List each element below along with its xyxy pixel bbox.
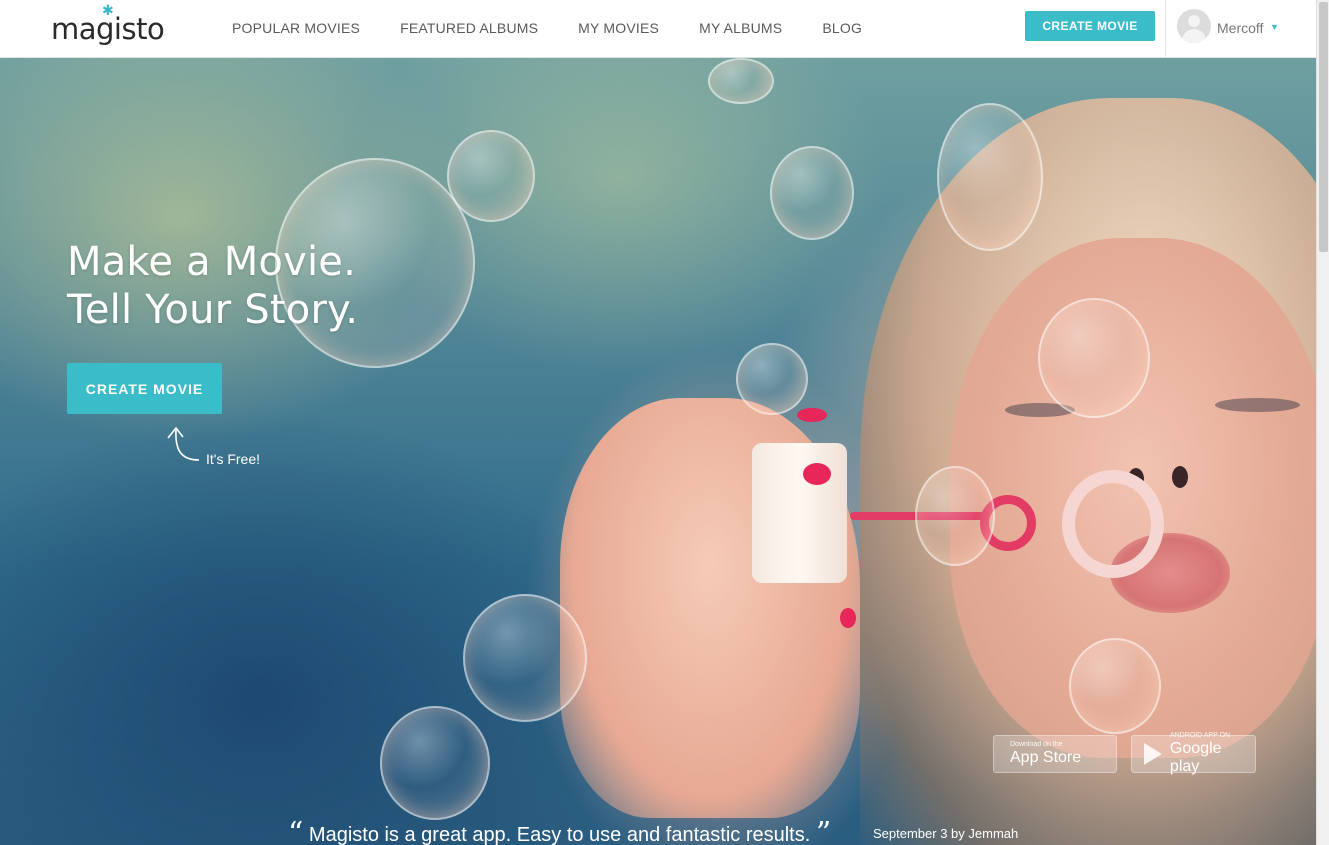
user-divider	[1165, 0, 1166, 57]
hero-photo-bubble	[380, 706, 490, 820]
hero-photo-wand-ring	[1062, 470, 1164, 578]
hero-photo-bottle	[752, 443, 847, 583]
app-store-big-text: App Store	[1010, 749, 1082, 766]
hero-photo-nostril	[1172, 466, 1188, 488]
its-free-note: It's Free!	[206, 451, 261, 467]
hero-photo-bubble	[770, 146, 854, 240]
nav-popular-movies[interactable]: POPULAR MOVIES	[232, 20, 360, 36]
chevron-down-icon[interactable]: ▼	[1270, 22, 1279, 32]
testimonial-text: Magisto is a great app. Easy to use and …	[308, 824, 811, 845]
hero-photo-bubble	[1038, 298, 1150, 418]
logo-star-icon: ✱	[102, 2, 114, 18]
nav-my-movies[interactable]: MY MOVIES	[578, 20, 659, 36]
main-nav: POPULAR MOVIES FEATURED ALBUMS MY MOVIES…	[232, 20, 902, 36]
default-avatar-icon[interactable]	[1177, 9, 1211, 43]
hero-photo-bubble	[708, 58, 774, 104]
hero-photo-bubble	[736, 343, 808, 415]
create-movie-button-hero[interactable]: CREATE MOVIE	[67, 363, 222, 414]
hero-photo-bubble	[463, 594, 587, 722]
nav-my-albums[interactable]: MY ALBUMS	[699, 20, 782, 36]
hero-photo-nail	[803, 463, 831, 485]
google-play-badge[interactable]: ANDROID APP ON Google play	[1131, 732, 1256, 775]
page-scrollbar[interactable]	[1316, 0, 1329, 845]
google-play-icon	[1143, 743, 1162, 765]
hero-photo-bubble	[915, 466, 995, 566]
hero-banner: Make a Movie. Tell Your Story. CREATE MO…	[0, 58, 1316, 845]
hero-headline-line-2: Tell Your Story.	[67, 287, 359, 333]
scrollbar-thumb[interactable]	[1319, 2, 1328, 252]
testimonial-meta: September 3 by Jemmah	[873, 826, 1019, 841]
curved-arrow-icon	[167, 426, 200, 461]
google-play-big-text: Google play	[1169, 740, 1222, 775]
nav-featured-albums[interactable]: FEATURED ALBUMS	[400, 20, 538, 36]
hero-photo-eye	[1215, 398, 1300, 412]
create-movie-button-header[interactable]: CREATE MOVIE	[1025, 11, 1155, 41]
hero-photo-bubble	[447, 130, 535, 222]
magisto-logo[interactable]: magisto ✱	[51, 2, 165, 46]
close-quote-mark: ”	[815, 816, 832, 845]
hero-photo-bubble	[1069, 638, 1161, 734]
top-navigation-bar: magisto ✱ POPULAR MOVIES FEATURED ALBUMS…	[0, 0, 1316, 58]
google-play-small-text: ANDROID APP ON	[1169, 732, 1231, 739]
hero-photo-bubble	[937, 103, 1043, 251]
open-quote-mark: “	[288, 816, 304, 845]
testimonial-quote: “ Magisto is a great app. Easy to use an…	[288, 816, 831, 845]
hero-headline: Make a Movie. Tell Your Story.	[67, 238, 358, 334]
hero-photo-nail	[797, 408, 827, 422]
user-menu-name[interactable]: Mercoff	[1217, 20, 1263, 36]
hero-headline-line-1: Make a Movie.	[67, 239, 357, 285]
nav-blog[interactable]: BLOG	[822, 20, 862, 36]
app-store-badge[interactable]: Download on the App Store	[993, 735, 1117, 773]
hero-photo-nail	[840, 608, 856, 628]
app-store-small-text: Download on the	[1010, 741, 1063, 748]
